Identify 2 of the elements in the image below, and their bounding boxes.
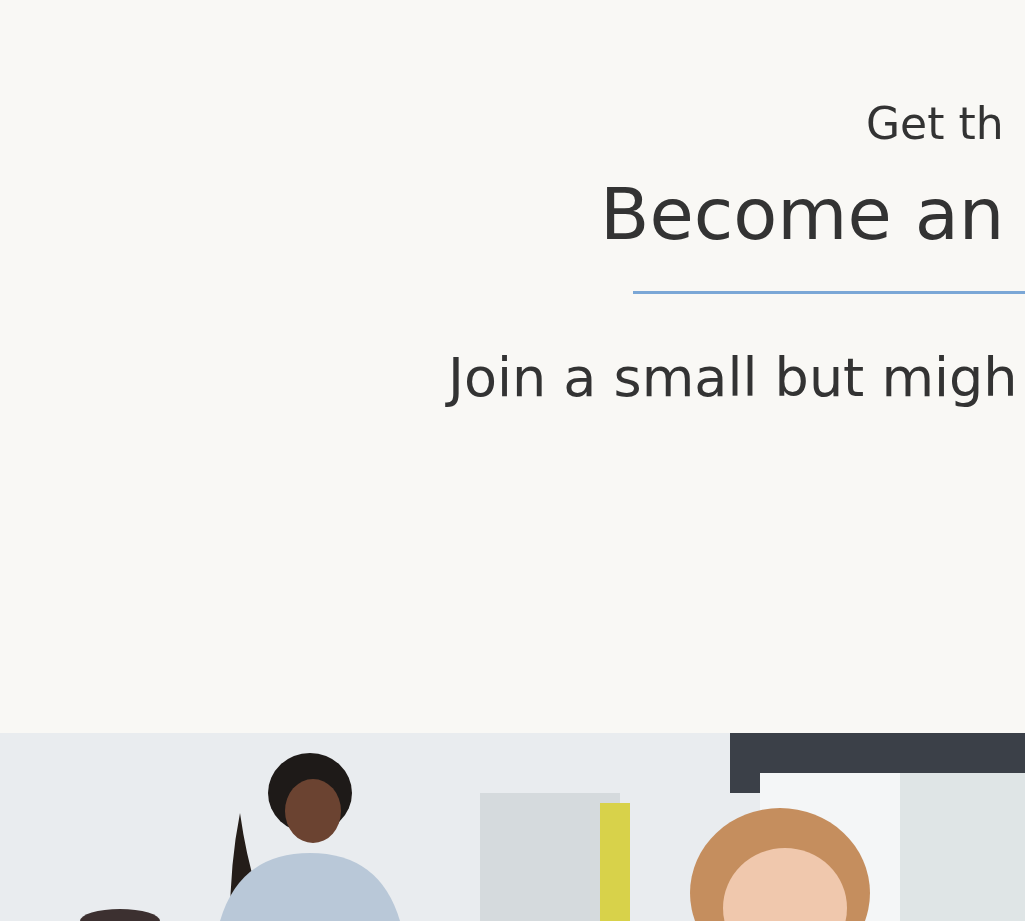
hero-title: Become an [600, 171, 1005, 258]
hero-eyebrow: Get th [866, 97, 1004, 151]
